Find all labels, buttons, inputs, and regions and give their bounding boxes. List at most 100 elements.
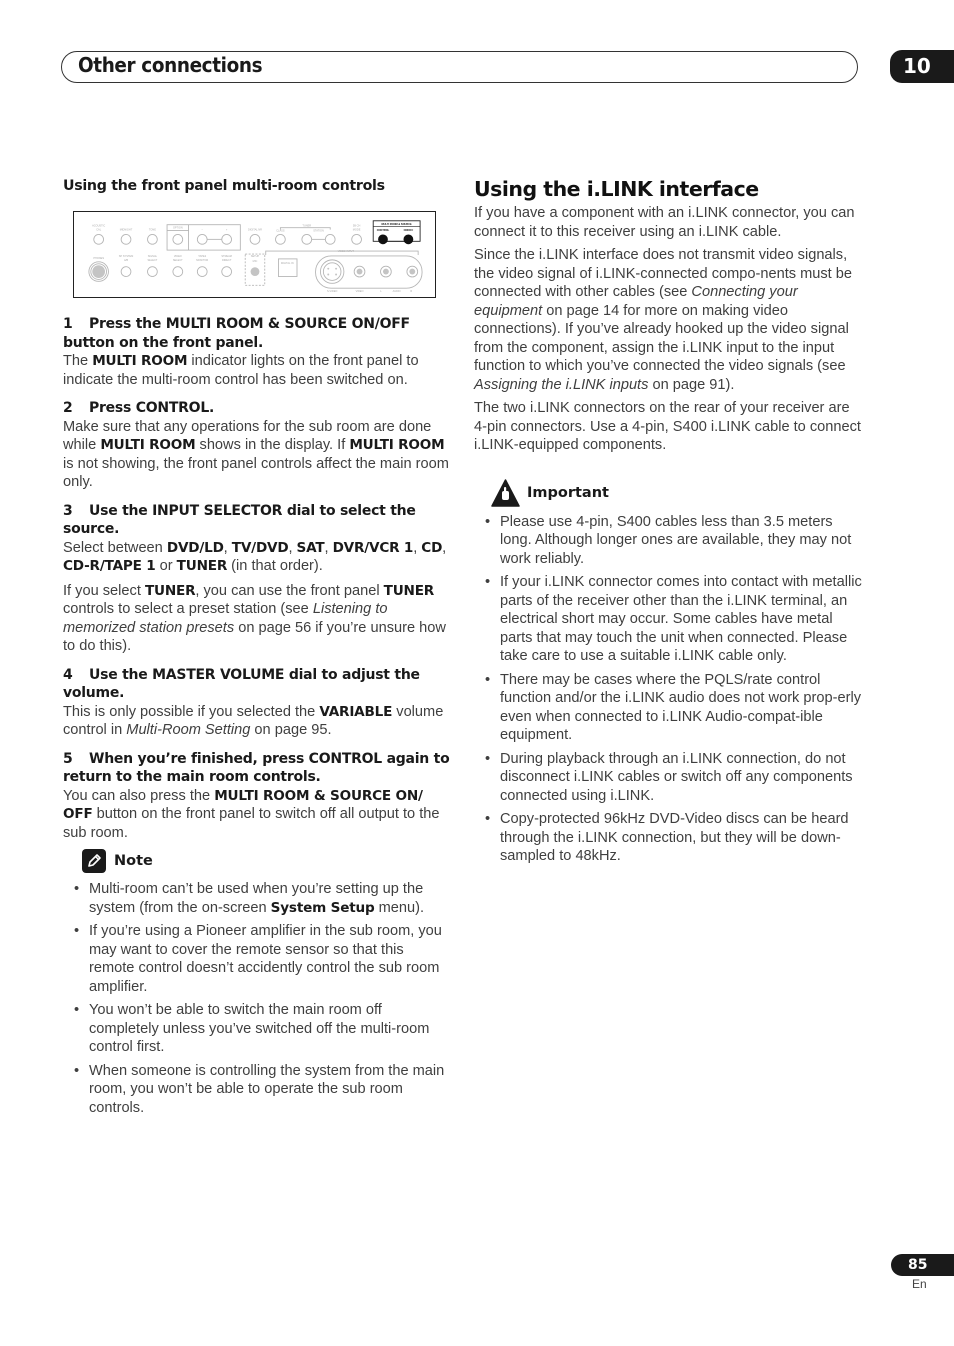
label-s-video: S-VIDEO [327,290,337,293]
text-run: System Setup [270,899,375,916]
step-number: 1 [63,316,73,332]
label-tone: TONE [149,229,156,232]
option-button [172,234,184,245]
note-item: Multi-room can’t be used when you’re set… [63,880,451,917]
label-signal-select: SELECT [147,259,157,262]
text-run: MULTI ROOM [100,437,196,453]
label-ab: A/B [124,259,128,262]
text-run: TUNER [144,582,196,599]
label-onoff: ON/OFF [404,229,414,232]
label-video: VIDEO [174,255,182,258]
label-l: L [380,290,382,293]
step-body: This is only possible if you selected th… [63,703,451,740]
label-video-input: VIDEO INPUT [338,250,355,253]
text-run: TUNER [176,558,228,574]
midnight-button [120,234,132,245]
left-column: Using the front panel multi-room control… [63,178,448,194]
step-body: Select between DVD/LD, TV/DVD, SAT, DVR/… [63,539,451,576]
section-heading: Using the i.LINK interface [474,177,759,201]
step-number: 3 [63,502,73,519]
step-body: Make sure that any operations for the su… [63,418,451,492]
text-run: You won’t be able to switch the main roo… [89,1002,430,1055]
step-heading-text: Press CONTROL. [89,400,215,416]
important-item: Copy-protected 96kHz DVD-Video discs can… [474,810,862,866]
text-run: , [223,539,232,556]
label-video-jack: VIDEO [356,290,364,293]
tuner-station-minus-button [301,234,313,245]
multi-room-control-button [378,234,388,245]
text-run: is not showing, the front panel controls… [63,455,449,491]
paragraph: If you have a component with an i.LINK c… [474,204,862,241]
step-2: 2 Press CONTROL. Make sure that any operat… [63,399,451,492]
text-run: If you select [63,582,145,599]
label-cal: CAL [96,229,102,232]
step-heading-text: Use the INPUT SELECTOR dial to select th… [63,502,416,538]
section-subheading: Using the front panel multi-room control… [63,178,385,194]
note-item: If you’re using a Pioneer amplifier in t… [63,922,451,996]
tone-button [147,234,158,245]
step-heading: 1 Press the MULTI ROOM & SOURCE ON/OFF bu… [63,315,451,352]
tuner-class-button [275,234,286,245]
multi-room-onoff-button [403,234,414,245]
text-run: menu). [374,899,425,916]
step-number: 4 [63,666,73,683]
text-run: DVR/VCR 1 [332,539,414,556]
page-number-badge: 85 [891,1254,954,1276]
step-heading: 5 When you’re finished, press CONTROL aga… [63,750,451,787]
text-run: MULTI ROOM [92,353,188,369]
label-mode: MODE [353,229,361,232]
step-heading-text: Press the MULTI ROOM & SOURCE ON/OFF but… [63,316,410,351]
label-5bch: 5B CH [353,225,361,228]
ch-mode-button [351,234,362,245]
step-heading: 2 Press CONTROL. [63,399,451,418]
text-run: When someone is controlling the system f… [89,1062,445,1116]
label-digital-in: DIGITAL IN [281,262,294,265]
text-run: There may be cases where the PQLS/rate c… [500,671,861,744]
step-3: 3 Use the INPUT SELECTOR dial to select t… [63,502,451,656]
text-run: Select between [63,539,167,556]
text-run: (in that order). [227,558,323,574]
text-run: During playback through an i.LINK connec… [500,750,853,804]
steps-list: 1 Press the MULTI ROOM & SOURCE ON/OFF bu… [63,315,451,842]
label-midnight: MIDNIGHT [120,229,133,232]
text-run: If you’re using a Pioneer amplifier in t… [89,923,442,995]
text-run: Multi-Room Setting [126,722,251,738]
text-run: TUNER [383,582,435,599]
video-jack [356,268,363,275]
label-option: OPTION [173,227,183,230]
important-label: Important [527,484,609,501]
important-item: There may be cases where the PQLS/rate c… [474,671,862,745]
text-run: Copy-protected 96kHz DVD-Video discs can… [500,811,849,864]
step-heading: 3 Use the INPUT SELECTOR dial to select t… [63,502,451,539]
text-run: You can also press the [63,787,215,804]
label-multi-room-source: MULTI ROOM & SOURCE [382,223,412,226]
text-run: on page 95. [250,722,332,738]
label-audio: AUDIO [393,290,401,293]
step-number: 2 [63,400,73,416]
step-body-extra: If you select TUNER, you can use the fro… [63,582,451,656]
note-item: You won’t be able to switch the main roo… [63,1001,451,1057]
paragraph: Since the i.LINK interface does not tran… [474,246,862,394]
page-title: Other connections [78,53,263,77]
label-digital-nr: DIGITAL NR [248,229,262,232]
paragraph: The two i.LINK connectors on the rear of… [474,399,862,455]
label-direct: DIRECT [222,259,232,262]
label-signal: SIGNAL [148,255,158,258]
important-item: Please use 4-pin, S400 cables less than … [474,513,862,569]
step-heading: 4 Use the MASTER VOLUME dial to adjust th… [63,666,451,703]
audio-l-jack [382,268,389,275]
label-tuner: TUNER [302,225,311,228]
text-run: DVD/LD [166,539,224,556]
text-run: controls to select a preset station (see [63,601,313,617]
text-run: , [288,539,297,556]
note-item: When someone is controlling the system f… [63,1062,451,1118]
step-1: 1 Press the MULTI ROOM & SOURCE ON/OFF bu… [63,315,451,389]
label-minus: – [202,229,204,232]
step-body: You can also press the MULTI ROOM & SOUR… [63,787,451,843]
text-run: MULTI ROOM [349,437,445,453]
label-control: CONTROL [377,229,390,232]
minus-button [196,234,208,245]
text-run: , [324,539,333,556]
label-monitor: MONITOR [196,259,208,262]
text-run: CD-R/TAPE 1 [63,558,156,574]
